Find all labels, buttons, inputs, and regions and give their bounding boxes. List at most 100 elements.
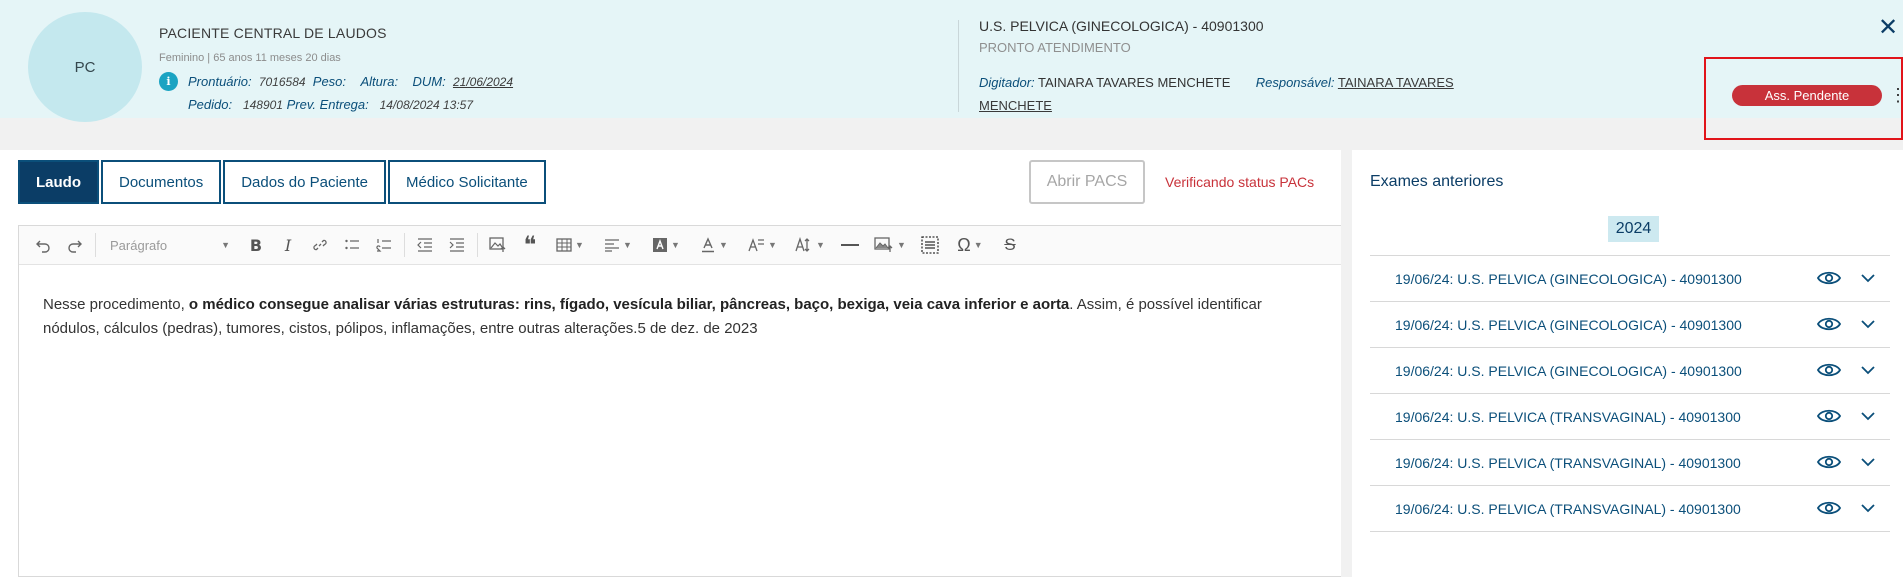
- chevron-down-icon: ▼: [816, 240, 825, 250]
- indent-icon[interactable]: [441, 230, 473, 260]
- eye-icon[interactable]: [1817, 453, 1841, 471]
- paragraph-dropdown[interactable]: Parágrafo ▼: [100, 230, 240, 260]
- editor-toolbar: Parágrafo ▼ B I ❝ ▼ ▼ ▼ ▼ ▼ ▼ ▼ Ω ▼ S: [19, 226, 1341, 265]
- eye-icon[interactable]: [1817, 315, 1841, 333]
- pedido-label: Pedido:: [188, 97, 233, 112]
- chevron-down-icon: ▼: [897, 240, 906, 250]
- chevron-down-icon: ▼: [768, 240, 777, 250]
- patient-demographics: Feminino | 65 anos 11 meses 20 dias: [159, 52, 341, 64]
- report-panel: Laudo Documentos Dados do Paciente Médic…: [0, 150, 1341, 577]
- table-icon[interactable]: ▼: [546, 230, 594, 260]
- eye-icon[interactable]: [1817, 361, 1841, 379]
- exam-item-label[interactable]: 19/06/24: U.S. PELVICA (TRANSVAGINAL) - …: [1395, 455, 1741, 471]
- open-pacs-button[interactable]: Abrir PACS: [1029, 160, 1145, 204]
- link-icon[interactable]: [304, 230, 336, 260]
- horizontal-line-icon[interactable]: [834, 230, 866, 260]
- pacs-status-text: Verificando status PACs: [1165, 174, 1315, 190]
- insert-image-icon[interactable]: ▼: [866, 230, 914, 260]
- chevron-down-icon: ▼: [671, 240, 680, 250]
- chevron-down-icon[interactable]: [1860, 454, 1876, 470]
- digitador-label: Digitador:: [979, 75, 1035, 90]
- list-item[interactable]: 19/06/24: U.S. PELVICA (GINECOLOGICA) - …: [1370, 348, 1890, 394]
- blockquote-icon[interactable]: ❝: [514, 230, 546, 260]
- font-color-icon[interactable]: ▼: [690, 230, 738, 260]
- report-tabs: Laudo Documentos Dados do Paciente Médic…: [18, 160, 546, 204]
- patient-header: PC PACIENTE CENTRAL DE LAUDOS Feminino |…: [0, 0, 1903, 140]
- chevron-down-icon[interactable]: [1860, 500, 1876, 516]
- italic-icon[interactable]: I: [272, 230, 304, 260]
- bulleted-list-icon[interactable]: [336, 230, 368, 260]
- responsavel-value[interactable]: TAINARA TAVARES: [1338, 75, 1454, 90]
- text-case-icon[interactable]: ▼: [786, 230, 834, 260]
- prontuario-value: 7016584: [258, 74, 306, 89]
- list-item[interactable]: 19/06/24: U.S. PELVICA (TRANSVAGINAL) - …: [1370, 394, 1890, 440]
- report-text-before: Nesse procedimento,: [43, 296, 189, 313]
- chevron-down-icon: ▼: [623, 240, 632, 250]
- chevron-down-icon: ▼: [973, 240, 983, 250]
- patient-name: PACIENTE CENTRAL DE LAUDOS: [159, 25, 387, 41]
- close-icon[interactable]: ✕: [1878, 16, 1898, 40]
- undo-icon[interactable]: [27, 230, 59, 260]
- header-divider: [958, 20, 959, 112]
- chevron-down-icon[interactable]: [1860, 362, 1876, 378]
- eye-icon[interactable]: [1817, 407, 1841, 425]
- exam-item-label[interactable]: 19/06/24: U.S. PELVICA (TRANSVAGINAL) - …: [1395, 409, 1741, 425]
- exam-item-label[interactable]: 19/06/24: U.S. PELVICA (GINECOLOGICA) - …: [1395, 363, 1742, 379]
- dum-label: DUM:: [412, 74, 446, 89]
- chevron-down-icon[interactable]: [1860, 408, 1876, 424]
- special-chars-icon[interactable]: Ω ▼: [946, 230, 994, 260]
- patient-info-row: i Prontuário: 7016584 Peso: Altura: DUM:…: [159, 72, 513, 91]
- list-item[interactable]: 19/06/24: U.S. PELVICA (GINECOLOGICA) - …: [1370, 256, 1890, 302]
- pedido-value: 148901: [242, 98, 283, 112]
- year-chip[interactable]: 2024: [1608, 216, 1659, 242]
- toolbar-separator: [477, 233, 478, 257]
- toolbar-separator: [95, 233, 96, 257]
- rich-text-editor: Parágrafo ▼ B I ❝ ▼ ▼ ▼ ▼ ▼ ▼ ▼ Ω ▼ S Ne…: [18, 225, 1341, 577]
- bold-icon[interactable]: B: [240, 230, 272, 260]
- list-item[interactable]: 19/06/24: U.S. PELVICA (TRANSVAGINAL) - …: [1370, 486, 1890, 532]
- pedido-row: Pedido: 148901 Prev. Entrega: 14/08/2024…: [188, 97, 473, 112]
- chevron-down-icon[interactable]: [1860, 316, 1876, 332]
- peso-label: Peso:: [312, 74, 347, 89]
- tab-documentos[interactable]: Documentos: [101, 160, 222, 204]
- eye-icon[interactable]: [1817, 499, 1841, 517]
- exam-item-label[interactable]: 19/06/24: U.S. PELVICA (GINECOLOGICA) - …: [1395, 271, 1742, 287]
- digitador-value: TAINARA TAVARES MENCHETE: [1038, 75, 1231, 90]
- info-icon[interactable]: i: [159, 72, 178, 91]
- highlight-icon[interactable]: ▼: [642, 230, 690, 260]
- exam-item-label[interactable]: 19/06/24: U.S. PELVICA (GINECOLOGICA) - …: [1395, 317, 1742, 333]
- chevron-down-icon[interactable]: [1860, 270, 1876, 286]
- previous-exams-panel: Exames anteriores 2024 19/06/24: U.S. PE…: [1352, 150, 1903, 577]
- responsavel-value-cont[interactable]: MENCHETE: [979, 98, 1052, 113]
- previous-exams-title: Exames anteriores: [1370, 173, 1504, 190]
- report-text-bold: o médico consegue analisar várias estrut…: [188, 296, 1070, 313]
- altura-label: Altura:: [360, 74, 399, 89]
- font-size-icon[interactable]: ▼: [738, 230, 786, 260]
- select-all-icon[interactable]: [914, 230, 946, 260]
- exam-subtitle: PRONTO ATENDIMENTO: [979, 40, 1131, 55]
- avatar: PC: [28, 12, 142, 122]
- exam-item-label[interactable]: 19/06/24: U.S. PELVICA (TRANSVAGINAL) - …: [1395, 501, 1741, 517]
- exam-title: U.S. PELVICA (GINECOLOGICA) - 40901300: [979, 18, 1264, 34]
- report-text[interactable]: Nesse procedimento, o médico consegue an…: [19, 265, 1341, 369]
- upload-image-icon[interactable]: [482, 230, 514, 260]
- redo-icon[interactable]: [59, 230, 91, 260]
- prev-entrega-label: Prev. Entrega:: [286, 97, 369, 112]
- previous-exams-list: 19/06/24: U.S. PELVICA (GINECOLOGICA) - …: [1370, 255, 1890, 532]
- highlight-box: [1704, 57, 1903, 140]
- strikethrough-icon[interactable]: S: [994, 230, 1026, 260]
- tab-dados-paciente[interactable]: Dados do Paciente: [223, 160, 386, 204]
- responsavel-row-2: MENCHETE: [979, 98, 1052, 113]
- prev-entrega-value: 14/08/2024 13:57: [379, 98, 474, 112]
- eye-icon[interactable]: [1817, 269, 1841, 287]
- list-item[interactable]: 19/06/24: U.S. PELVICA (TRANSVAGINAL) - …: [1370, 440, 1890, 486]
- dum-value: 21/06/2024: [452, 74, 514, 89]
- list-item[interactable]: 19/06/24: U.S. PELVICA (GINECOLOGICA) - …: [1370, 302, 1890, 348]
- tab-laudo[interactable]: Laudo: [18, 160, 99, 204]
- toolbar-separator: [404, 233, 405, 257]
- outdent-icon[interactable]: [409, 230, 441, 260]
- responsavel-label: Responsável:: [1255, 75, 1335, 90]
- tab-medico-solicitante[interactable]: Médico Solicitante: [387, 160, 546, 204]
- align-icon[interactable]: ▼: [594, 230, 642, 260]
- numbered-list-icon[interactable]: [368, 230, 400, 260]
